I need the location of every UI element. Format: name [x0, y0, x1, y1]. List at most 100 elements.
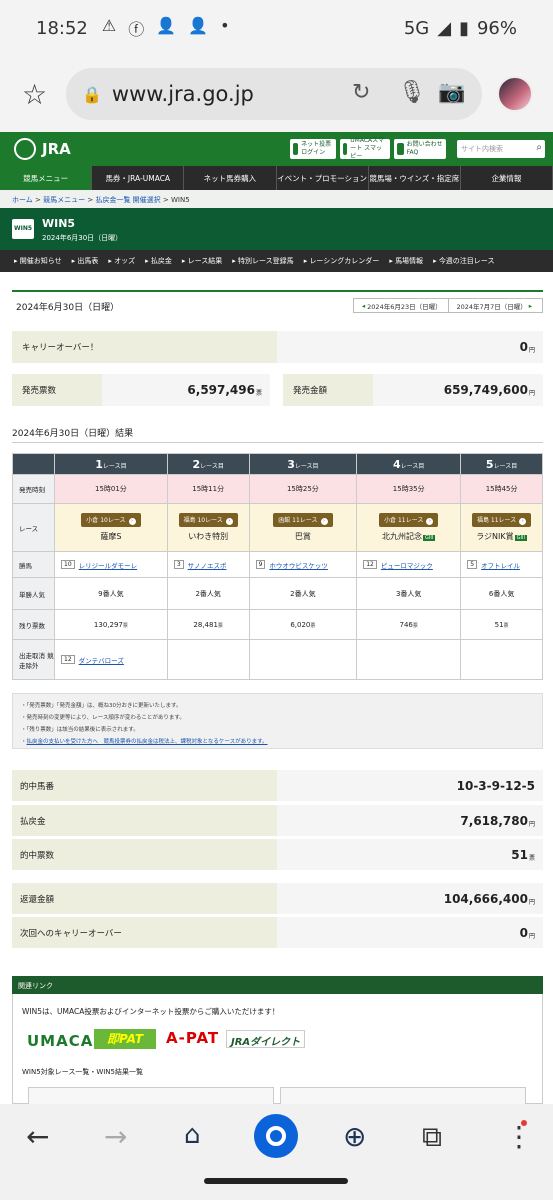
search-icon[interactable]: ⌕ [536, 142, 542, 153]
result-header: 2024年6月30日（日曜）結果 [12, 429, 134, 439]
jra-direct-logo-link[interactable]: JRAダイレクト [226, 1030, 306, 1048]
race-venue-button[interactable]: 福島 11レース › [471, 513, 532, 527]
umaca-logo-link[interactable]: UMACA [27, 1032, 93, 1050]
win5-list-label: WIN5対象レース一覧・WIN5結果一覧 [22, 1068, 144, 1076]
popularity-cell: 3番人気 [356, 577, 462, 610]
scratch-cell: 12 ダンテバローズ [54, 639, 168, 680]
win5-result-card[interactable] [280, 1087, 526, 1105]
home-indicator[interactable] [204, 1178, 348, 1184]
home-icon[interactable]: ⌂ [184, 1120, 201, 1150]
page-header: WIN5 WIN5 2024年6月30日（日曜） [0, 208, 553, 250]
subnav-calendar[interactable]: ▸ レーシングカレンダー [304, 256, 380, 266]
reload-icon[interactable]: ↻ [352, 80, 370, 105]
nav-keiba-menu[interactable]: 競馬メニュー [0, 166, 93, 190]
assistant-button[interactable] [254, 1114, 298, 1158]
chevron-right-icon: › [426, 518, 434, 525]
nav-net-baken[interactable]: ネット馬券購入 [184, 166, 277, 190]
url-bar[interactable]: 🔒 www.jra.go.jp ↻ 🎙 📷 [66, 68, 482, 120]
nav-racecourse[interactable]: 競馬場・ウインズ・指定席 [369, 166, 461, 190]
page-title: WIN5 [42, 217, 76, 230]
row-label-popularity: 単勝人気 [12, 577, 55, 610]
race-time: 15時01分 [54, 474, 168, 504]
subnav-notice[interactable]: ▸ 開催お知らせ [14, 256, 62, 266]
win5-logo: WIN5 [12, 219, 34, 239]
table-row: 残り票数 130,297票 28,481票 6,020票 746票 51票 [12, 609, 543, 640]
battery-label: 96% [476, 17, 517, 39]
row-label-remaining: 残り票数 [12, 609, 55, 640]
sokupat-logo-link[interactable]: 即PAT [94, 1029, 156, 1049]
horse-number: 9 [255, 560, 266, 569]
subnav-payout[interactable]: ▸ 払戻金 [145, 256, 172, 266]
apat-logo-link[interactable]: A-PAT [166, 1029, 219, 1047]
subnav-results[interactable]: ▸ レース結果 [182, 256, 222, 266]
breadcrumb-menu[interactable]: 競馬メニュー [43, 196, 85, 204]
horse-link[interactable]: レリジールダモーレ [79, 560, 138, 570]
mic-icon[interactable]: 🎙 [398, 80, 426, 105]
horse-number: 5 [467, 560, 478, 569]
subnav-entries[interactable]: ▸ 出馬表 [72, 256, 99, 266]
subnav-odds[interactable]: ▸ オッズ [108, 256, 135, 266]
forward-icon[interactable]: → [104, 1120, 127, 1153]
race-venue-button[interactable]: 函館 11レース › [273, 513, 333, 527]
prev-date-link[interactable]: ◂ 2024年6月23日（日曜） [354, 299, 448, 312]
remaining-cell: 130,297票 [54, 609, 168, 640]
scratch-cell [356, 639, 462, 680]
race-venue-button[interactable]: 福島 10レース › [178, 513, 238, 527]
horse-link[interactable]: オフトレイル [481, 560, 520, 570]
horse-link[interactable]: ホウオウビスケッツ [269, 560, 328, 570]
jra-logo[interactable]: JRA [14, 138, 71, 160]
nav-baken[interactable]: 馬券・JRA-UMACA [92, 166, 185, 190]
breadcrumb-current: WIN5 [171, 196, 190, 204]
subnav-featured[interactable]: ▸ 今週の注目レース [433, 256, 494, 266]
page-date: 2024年6月30日（日曜） [42, 234, 123, 242]
table-row: レース 小倉 10レース › 薩摩S 福島 10レース › いわき特別 函館 11レ… [12, 503, 543, 552]
faq-button[interactable]: お問い合わせ FAQ [394, 139, 446, 159]
breadcrumb-home[interactable]: ホーム [12, 196, 33, 204]
carryover-row: キャリーオーバー！ 0円 [12, 331, 543, 363]
next-carryover-label: 次回へのキャリーオーバー [12, 917, 277, 948]
race-name: いわき特別 [188, 532, 229, 541]
race-venue-button[interactable]: 小倉 10レース › [81, 513, 141, 527]
popularity-cell: 9番人気 [54, 577, 168, 610]
row-label-time: 発売時刻 [12, 474, 55, 504]
winner-cell: 3 サノノエスポ [166, 551, 250, 578]
carryover-value: 0円 [277, 331, 543, 363]
bookmark-icon[interactable]: ⊕ [343, 1120, 366, 1153]
avatar[interactable] [497, 76, 533, 112]
horse-link[interactable]: ダンテバローズ [79, 655, 124, 665]
subnav-track[interactable]: ▸ 馬場情報 [389, 256, 423, 266]
umaca-button[interactable]: UMACAスマート スマッピー [340, 137, 390, 160]
race-venue-button[interactable]: 小倉 11レース › [379, 513, 439, 527]
nav-company[interactable]: 企業情報 [461, 166, 553, 190]
race-name: 巴賞 [294, 532, 311, 541]
payout-row: 払戻金 7,618,780 円 [12, 805, 543, 836]
sales-amount-label: 発売金額 [283, 374, 373, 406]
star-icon[interactable]: ☆ [22, 78, 47, 111]
win5-list-card[interactable] [28, 1087, 274, 1105]
chevron-right-icon: › [320, 518, 328, 525]
note-item[interactable]: ・払戻金の支払いを受けた方へ 競馬投票券の払戻金は税法上、課税対象となるケースが… [21, 736, 534, 748]
related-text: WIN5は、UMACA投票およびインターネット投票からご購入いただけます！ [22, 1007, 280, 1016]
breadcrumb-list[interactable]: 払戻金一覧 開催選択 [95, 196, 160, 204]
net-vote-login-button[interactable]: ネット投票 ログイン [290, 139, 336, 159]
back-icon[interactable]: ← [26, 1120, 49, 1153]
subnav-special[interactable]: ▸ 特別レース登録馬 [232, 256, 293, 266]
chevron-right-icon: › [225, 518, 233, 525]
race-name: ラジNIK賞 GIII [476, 532, 527, 541]
nav-event[interactable]: イベント・プロモーション [277, 166, 369, 190]
winning-label: 的中馬番 [12, 770, 277, 801]
hits-value: 51 票 [277, 839, 543, 870]
site-search-input[interactable]: サイト内検索 ⌕ [457, 140, 545, 158]
scratch-cell [166, 639, 250, 680]
next-date-link[interactable]: 2024年7月7日（日曜） ▸ [447, 299, 543, 312]
tabs-icon[interactable]: ⧉ [422, 1120, 442, 1154]
horse-number: 12 [61, 655, 75, 664]
more-menu-icon[interactable]: ⋮ [505, 1120, 533, 1153]
horse-link[interactable]: ピューロマジック [381, 560, 433, 570]
race-col-3: 3レース目 [248, 453, 358, 475]
status-time: 18:52 [36, 17, 88, 39]
horse-link[interactable]: サノノエスポ [188, 560, 227, 570]
next-carryover-value: 0円 [277, 917, 543, 948]
camera-icon[interactable]: 📷 [438, 80, 465, 105]
row-label-winner: 勝馬 [12, 551, 55, 578]
